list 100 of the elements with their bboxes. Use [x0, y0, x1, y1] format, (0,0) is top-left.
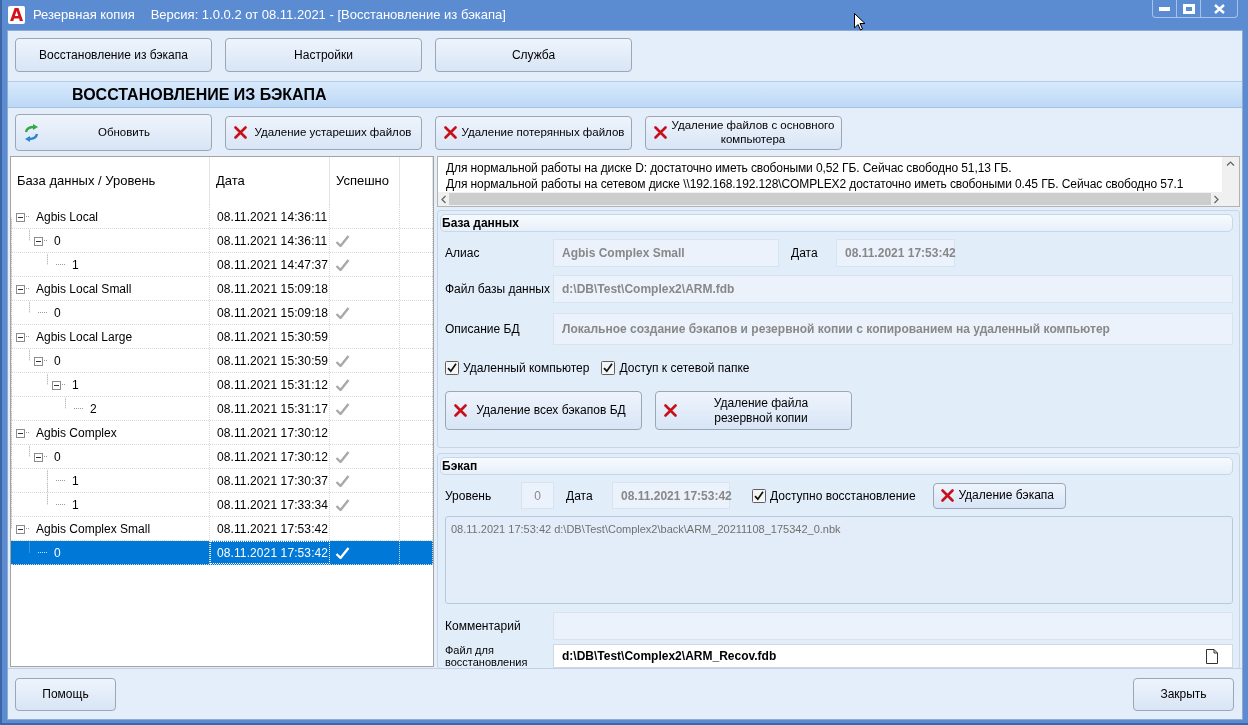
scrollbar-thumb[interactable] [449, 193, 1211, 205]
restore-file-field[interactable]: d:\DB\Test\Complex2\ARM_Recov.fdb [553, 644, 1233, 668]
collapse-icon[interactable] [16, 285, 25, 294]
tree-node-label: 2 [89, 400, 97, 418]
date-cell: 08.11.2021 17:30:37 [210, 469, 330, 492]
tree-node-label: 1 [71, 256, 79, 274]
help-button[interactable]: Помощь [15, 677, 116, 711]
nav-button[interactable]: Служба [435, 38, 632, 72]
field-label: Уровень [445, 487, 493, 505]
tree-row[interactable]: Agbis Local 08.11.2021 14:36:11 [11, 205, 433, 229]
tree-node-label: 0 [53, 232, 61, 250]
maximize-icon [1182, 3, 1195, 14]
cross-icon [234, 126, 247, 139]
date-cell: 08.11.2021 14:36:11 [210, 205, 330, 228]
cross-icon [654, 126, 667, 139]
delete-button[interactable]: Удаление устареших файлов [225, 115, 422, 150]
field-label: Файл базы данных [445, 283, 551, 295]
date-cell: 08.11.2021 15:30:59 [210, 325, 330, 348]
checkbox-label: Доступ к сетевой папке [619, 359, 750, 377]
nav-button[interactable]: Настройки [225, 38, 422, 72]
section-title: ВОССТАНОВЛЕНИЕ ИЗ БЭКАПА [72, 84, 327, 105]
collapse-icon[interactable] [34, 237, 43, 246]
checkbox-label: Удаленный компьютер [463, 359, 590, 377]
tree-row[interactable]: 1 08.11.2021 14:47:37 [11, 253, 433, 277]
collapse-icon[interactable] [34, 357, 43, 366]
tree-row[interactable]: 1 08.11.2021 15:31:12 [11, 373, 433, 397]
log-entry: 08.11.2021 17:53:42 d:\DB\Test\Complex2\back\ARM_20211108_175342_0.nbk [451, 522, 842, 537]
tree-node-label: Agbis Complex [35, 424, 117, 442]
tree-row[interactable]: Agbis Local Small 08.11.2021 15:09:18 [11, 277, 433, 301]
chevron-right-icon[interactable] [1214, 194, 1219, 204]
field-label: Дата [566, 487, 594, 505]
cross-icon [940, 489, 954, 502]
cross-icon [664, 404, 677, 417]
chevron-up-icon[interactable] [1226, 161, 1235, 166]
delete-button[interactable]: Удаление файлов с основного компьютера [645, 115, 842, 150]
collapse-icon[interactable] [52, 381, 61, 390]
collapse-icon[interactable] [16, 213, 25, 222]
tree-row[interactable]: 0 08.11.2021 17:30:12 [11, 445, 433, 469]
horizontal-scrollbar[interactable] [438, 192, 1222, 206]
tree-row[interactable]: 1 08.11.2021 17:33:34 [11, 493, 433, 517]
date-cell: 08.11.2021 14:47:37 [210, 253, 330, 276]
field-label: Описание БД [445, 323, 521, 335]
checkbox[interactable] [752, 488, 766, 503]
tree-row[interactable]: 0 08.11.2021 14:36:11 [11, 229, 433, 253]
tree-node-label: Agbis Complex Small [35, 520, 151, 538]
tree-node-label: Agbis Local Large [35, 328, 133, 346]
close-dialog-button[interactable]: Закрыть [1133, 677, 1234, 711]
nav-button[interactable]: Восстановление из бэкапа [15, 38, 212, 72]
tree-row[interactable]: Agbis Local Large 08.11.2021 15:30:59 [11, 325, 433, 349]
document-icon[interactable] [1206, 648, 1218, 664]
minimize-icon [1159, 6, 1170, 11]
column-header[interactable]: База данных / Уровень [11, 157, 210, 205]
tree-node-label: 0 [53, 448, 61, 466]
checkbox[interactable] [601, 360, 616, 375]
date-cell: 08.11.2021 15:30:59 [210, 349, 330, 372]
field-label: Дата [791, 245, 819, 262]
tree-row[interactable]: Agbis Complex 08.11.2021 17:30:12 [11, 421, 433, 445]
mouse-cursor-icon [854, 13, 866, 31]
date-cell: 08.11.2021 17:53:42 [210, 517, 330, 540]
tree-node-label: 1 [71, 376, 79, 394]
collapse-icon[interactable] [16, 525, 25, 534]
window-title: Резервная копия [33, 6, 135, 25]
delete-button[interactable]: Удаление бэкапа [932, 482, 1066, 509]
date-cell: 08.11.2021 15:31:17 [210, 397, 330, 420]
checkbox[interactable] [445, 360, 459, 375]
tree-node-label: 1 [71, 472, 79, 490]
delete-button[interactable]: Удаление потерянных файлов [435, 115, 632, 150]
tree-node-label: 0 [53, 304, 61, 322]
tree-row[interactable]: 2 08.11.2021 15:31:17 [11, 397, 433, 421]
delete-button[interactable]: Удаление файла резервной копии [655, 391, 852, 430]
collapse-icon[interactable] [16, 333, 25, 342]
date-cell: 08.11.2021 17:30:12 [210, 421, 330, 444]
vertical-scrollbar[interactable] [1222, 157, 1239, 192]
tree-node-label: 0 [53, 544, 61, 562]
app-logo: A [8, 6, 25, 24]
tree-row[interactable]: 0 08.11.2021 15:30:59 [11, 349, 433, 373]
chevron-left-icon[interactable] [441, 194, 446, 204]
tree-node-label: 0 [53, 352, 61, 370]
field-label: Файл для восстановления [445, 644, 529, 668]
collapse-icon[interactable] [34, 453, 43, 462]
collapse-icon[interactable] [16, 429, 25, 438]
field-label: Алиас [445, 247, 481, 259]
refresh-button[interactable]: Обновить [15, 114, 212, 151]
tree-node-label: Agbis Local Small [35, 280, 132, 298]
column-header[interactable]: Успешно [330, 157, 400, 205]
tree-row[interactable]: 0 08.11.2021 17:53:42 [11, 541, 433, 565]
delete-button[interactable]: Удаление всех бэкапов БД [445, 391, 642, 430]
column-header[interactable]: Дата [210, 157, 330, 205]
date-cell: 08.11.2021 17:30:12 [210, 445, 330, 468]
group-title: База данных [440, 214, 1233, 232]
date-cell: 08.11.2021 17:33:34 [210, 493, 330, 516]
tree-row[interactable]: 1 08.11.2021 17:30:37 [11, 469, 433, 493]
close-icon [1213, 3, 1225, 14]
tree-node-label: 1 [71, 496, 79, 514]
message-text: Для нормальной работы на сетевом диске \\192.168.192.128\COMPLEX2 достаточно иметь свобоными 0.45 ГБ. Сейчас свободно 57.1 [446, 176, 1185, 192]
tree-row[interactable]: 0 08.11.2021 15:09:18 [11, 301, 433, 325]
date-cell: 08.11.2021 15:09:18 [210, 301, 330, 324]
group-title: Бэкап [440, 457, 1233, 475]
checkbox-label: Доступно восстановление [770, 487, 916, 505]
date-cell: 08.11.2021 15:09:18 [210, 277, 330, 300]
